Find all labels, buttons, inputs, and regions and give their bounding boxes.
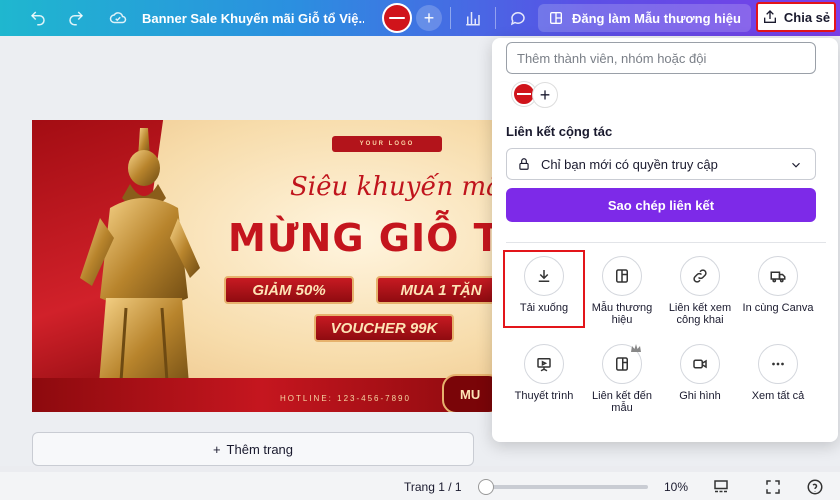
cloud-saved-icon[interactable] — [104, 4, 132, 32]
golden-statue-image — [80, 128, 200, 396]
share-label: Chia sẻ — [783, 9, 831, 25]
option-label: Ghi hình — [679, 390, 721, 402]
hotline-text: HOTLINE: 123-456-7890 — [280, 394, 411, 403]
zoom-level[interactable]: 10% — [664, 480, 688, 494]
zoom-slider-handle[interactable] — [478, 479, 494, 495]
banner-headline: MỪNG GIỖ T — [228, 216, 492, 260]
option-label: In cùng Canva — [742, 302, 814, 314]
help-icon[interactable] — [806, 478, 824, 496]
more-icon — [758, 344, 798, 384]
option-print[interactable]: In cùng Canva — [738, 256, 818, 314]
comment-icon[interactable] — [504, 4, 532, 32]
add-page-button[interactable]: + Thêm trang — [32, 432, 474, 466]
user-avatar[interactable] — [382, 3, 412, 33]
link-icon — [680, 256, 720, 296]
share-button[interactable]: Chia sẻ — [756, 2, 836, 32]
redo-icon[interactable] — [62, 4, 90, 32]
voucher-pill: VOUCHER 99K — [314, 314, 454, 342]
discount-pill: GIẢM 50% — [224, 276, 354, 304]
present-icon — [524, 344, 564, 384]
option-label: Liên kết đến mẫu — [592, 390, 652, 414]
lock-icon — [519, 158, 529, 170]
option-brand-template[interactable]: Mẫu thương hiệu — [582, 256, 662, 326]
option-label: Xem tất cả — [751, 390, 805, 402]
banner-cta-button: MU — [442, 374, 492, 412]
option-present[interactable]: Thuyết trình — [504, 344, 584, 402]
brand-logo-icon — [384, 5, 410, 31]
fullscreen-icon[interactable] — [764, 478, 782, 496]
design-banner[interactable]: YOUR LOGO Siêu khuyến mãi MỪNG GIỖ T GIẢ… — [32, 120, 492, 412]
option-label: Mẫu thương hiệu — [591, 302, 653, 326]
brand-template-icon — [550, 12, 562, 24]
share-upload-icon — [763, 10, 776, 23]
your-logo-badge: YOUR LOGO — [332, 136, 442, 152]
grid-view-icon[interactable] — [712, 478, 730, 496]
page-indicator[interactable]: Trang 1 / 1 — [404, 480, 462, 494]
option-see-all[interactable]: Xem tất cả — [738, 344, 818, 402]
download-icon — [524, 256, 564, 296]
access-dropdown[interactable]: Chỉ bạn mới có quyền truy cập — [506, 148, 816, 180]
top-bar: Banner Sale Khuyến mãi Giỗ tổ Việ... + Đ… — [0, 0, 840, 36]
option-label: Thuyết trình — [514, 390, 574, 402]
copy-link-button[interactable]: Sao chép liên kết — [506, 188, 816, 222]
toolbar-divider — [495, 7, 496, 29]
brand-template-label: Đăng làm Mẫu thương hiệu — [572, 10, 741, 26]
truck-icon — [758, 256, 798, 296]
buy-one-pill: MUA 1 TẶN — [376, 276, 492, 304]
zoom-slider[interactable] — [478, 479, 648, 495]
option-download[interactable]: Tải xuống — [504, 256, 584, 314]
invite-plus-button[interactable]: + — [416, 5, 442, 31]
option-record[interactable]: Ghi hình — [660, 344, 740, 402]
insights-chart-icon[interactable] — [459, 4, 487, 32]
option-template-link[interactable]: Liên kết đến mẫu — [582, 344, 662, 414]
bottom-bar: Trang 1 / 1 10% — [0, 472, 840, 500]
chevron-down-icon — [792, 162, 800, 168]
access-value: Chỉ bạn mới có quyền truy cập — [541, 156, 718, 172]
banner-script-text: Siêu khuyến mãi — [290, 172, 492, 202]
camera-icon — [680, 344, 720, 384]
publish-brand-template-button[interactable]: Đăng làm Mẫu thương hiệu — [538, 4, 751, 32]
toolbar-divider — [450, 7, 451, 29]
template-icon — [602, 256, 642, 296]
panel-divider — [506, 242, 826, 243]
option-label: Tải xuống — [519, 302, 569, 314]
document-title[interactable]: Banner Sale Khuyến mãi Giỗ tổ Việ... — [142, 11, 364, 26]
banner-bottom-band — [32, 378, 492, 412]
add-member-input[interactable]: Thêm thành viên, nhóm hoặc đội — [506, 42, 816, 74]
add-plus-icon: + — [212, 441, 221, 457]
option-label: Liên kết xem công khai — [668, 302, 732, 326]
crown-icon — [631, 344, 641, 352]
add-member-button[interactable]: + — [532, 82, 558, 108]
undo-icon[interactable] — [24, 4, 52, 32]
collab-link-label: Liên kết cộng tác — [506, 124, 613, 139]
option-public-link[interactable]: Liên kết xem công khai — [660, 256, 740, 326]
share-panel: Thêm thành viên, nhóm hoặc đội + Liên kế… — [492, 38, 838, 442]
add-page-label: Thêm trang — [226, 441, 294, 457]
